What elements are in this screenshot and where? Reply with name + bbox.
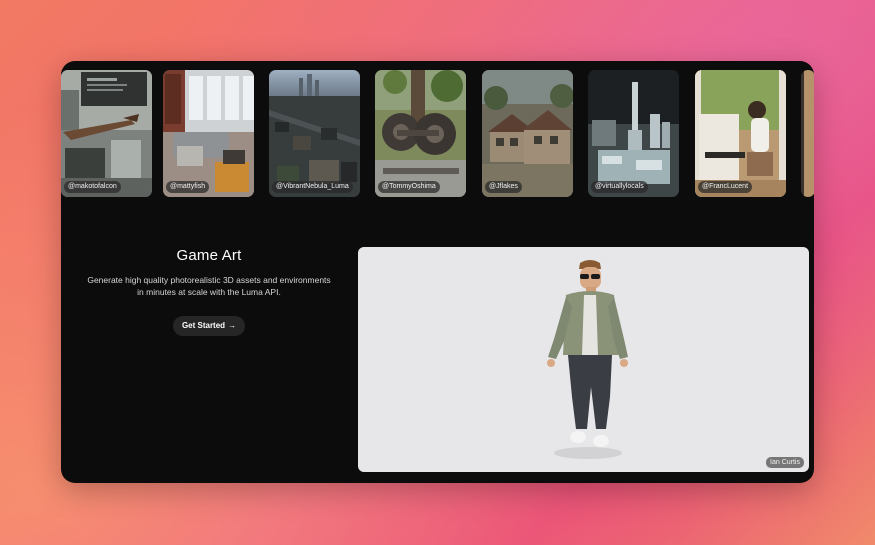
creator-handle: @FrancLucent <box>698 181 753 193</box>
creator-handle: @TommyOshima <box>378 181 440 193</box>
train-wheels-thumbnail <box>375 70 466 197</box>
get-started-label: Get Started <box>181 321 226 330</box>
feature-title: Game Art <box>176 247 242 264</box>
feature-info: Game Art Generate high quality photoreal… <box>61 247 357 336</box>
capture-gallery[interactable]: @makotofalcon @mattyfish @VibrantNebula_… <box>61 70 814 197</box>
mountain-lodge-thumbnail <box>482 70 573 197</box>
gallery-card-jflakes[interactable]: @Jflakes <box>482 70 573 197</box>
get-started-button[interactable]: Get Started → <box>172 316 246 336</box>
gallery-card-virtuallylocals[interactable]: @virtuallylocals <box>588 70 679 197</box>
loft-interior-thumbnail <box>163 70 254 197</box>
model-credit-badge: Ian Curtis <box>766 457 804 468</box>
person-3d-model <box>547 260 628 459</box>
gallery-card-vibrantnebula[interactable]: @VibrantNebula_Luma <box>269 70 360 197</box>
museum-scene-thumbnail <box>61 70 152 197</box>
feature-description: Generate high quality photorealistic 3D … <box>87 275 331 297</box>
gallery-card-partial[interactable] <box>801 70 814 197</box>
gallery-card-mattyfish[interactable]: @mattyfish <box>163 70 254 197</box>
gallery-card-tommyoshima[interactable]: @TommyOshima <box>375 70 466 197</box>
creator-handle: @Jflakes <box>485 181 522 193</box>
city-aerial-thumbnail <box>269 70 360 197</box>
creator-handle: @mattyfish <box>166 181 210 193</box>
gallery-card-franclucent[interactable]: @FrancLucent <box>695 70 786 197</box>
partial-thumbnail <box>801 70 814 197</box>
creator-handle: @VibrantNebula_Luma <box>272 181 353 193</box>
3d-model-viewer[interactable]: Ian Curtis <box>358 247 809 472</box>
creator-handle: @virtuallylocals <box>591 181 648 193</box>
glass-sculpture-thumbnail <box>588 70 679 197</box>
piano-player-thumbnail <box>695 70 786 197</box>
arrow-right-icon: → <box>228 321 237 330</box>
gallery-card-makotofalcon[interactable]: @makotofalcon <box>61 70 152 197</box>
app-window: @makotofalcon @mattyfish @VibrantNebula_… <box>61 61 814 483</box>
creator-handle: @makotofalcon <box>64 181 121 193</box>
